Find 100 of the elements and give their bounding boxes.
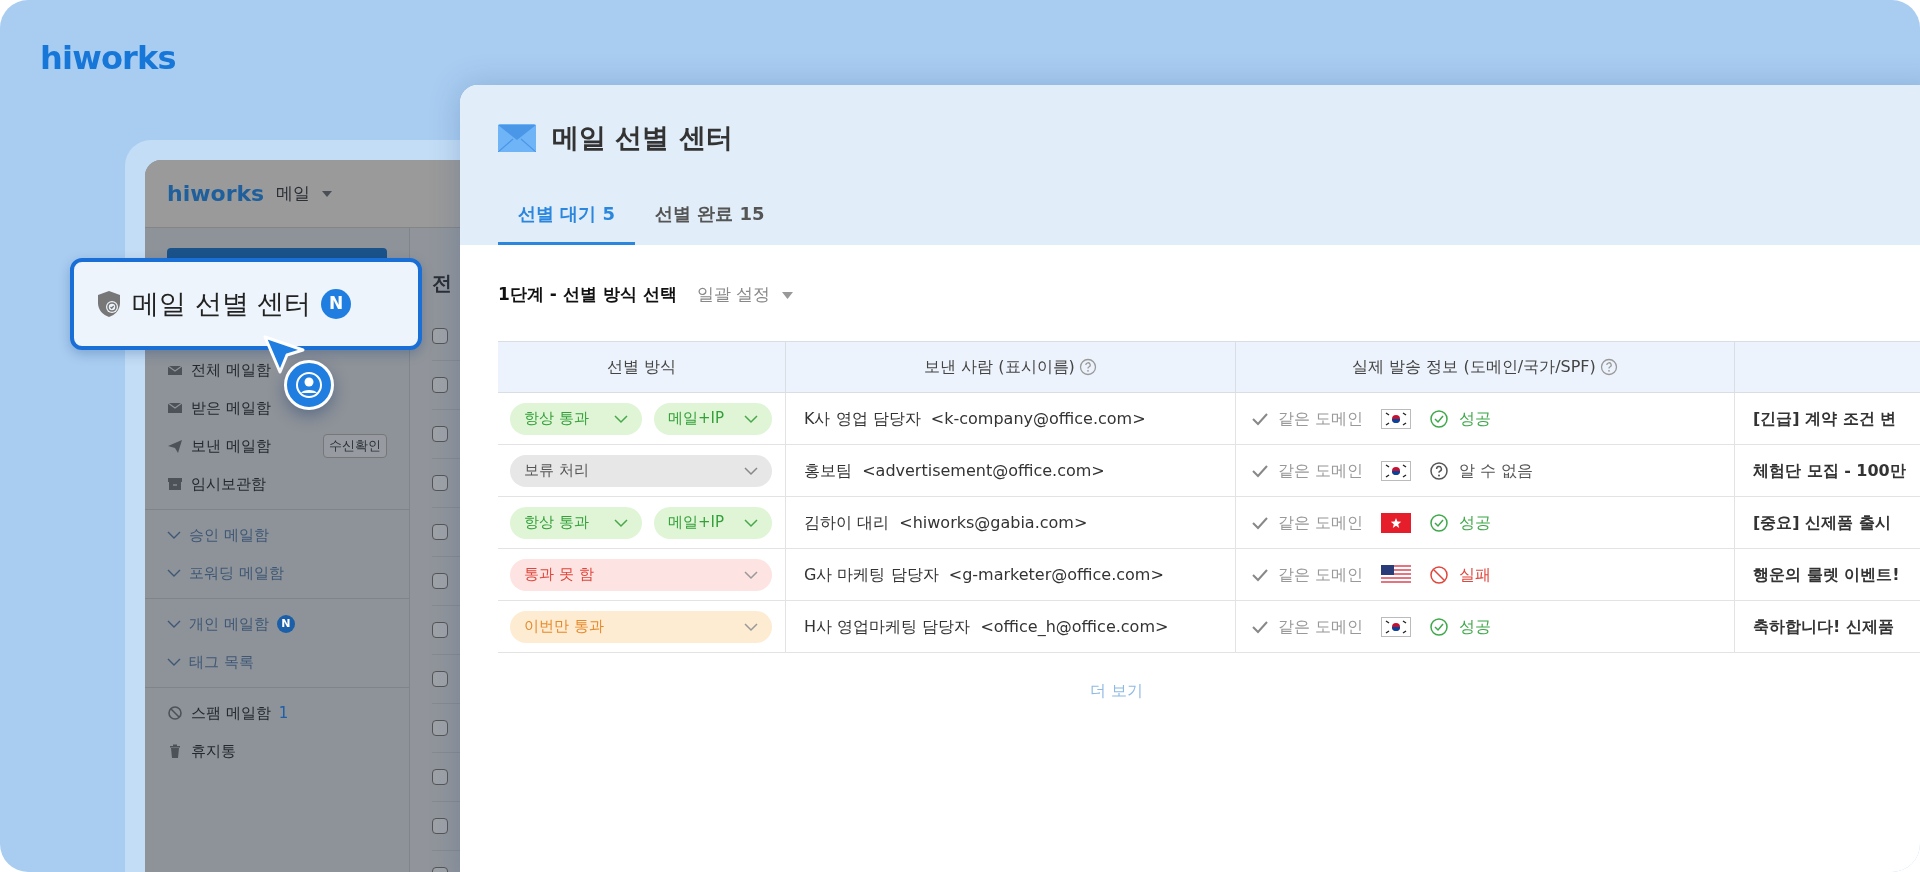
sidebar-label: 개인 메일함	[189, 613, 269, 635]
spf-status: 성공	[1459, 511, 1492, 534]
domain-check: 같은 도메인	[1278, 563, 1364, 586]
more-button[interactable]: 더 보기	[1089, 679, 1144, 703]
checkbox[interactable]	[432, 328, 448, 344]
checkbox[interactable]	[432, 524, 448, 540]
chevron-down-icon	[744, 413, 758, 424]
checkbox[interactable]	[432, 818, 448, 834]
method-dropdown[interactable]: 항상 통과	[510, 402, 642, 435]
brand-logo: hiworks	[40, 38, 176, 79]
tab[interactable]: 선별 완료 15	[635, 185, 785, 245]
sidebar-label: 전체 메일함	[191, 359, 271, 381]
sidebar-label: 승인 메일함	[189, 524, 269, 546]
check-icon	[1252, 463, 1268, 478]
scope-dropdown[interactable]: 메일+IP	[654, 402, 772, 435]
checkbox[interactable]	[432, 769, 448, 785]
sidebar-item[interactable]: 보낸 메일함 수신확인	[145, 427, 409, 465]
sidebar-item[interactable]: 승인 메일함	[145, 516, 409, 554]
sidebar-item[interactable]: 포워딩 메일함	[145, 554, 409, 592]
sender-cell: 김하이 대리 <hiworks@gabia.com>	[786, 497, 1236, 548]
sidebar-item[interactable]: 개인 메일함 N	[145, 605, 409, 643]
sidebar-label: 포워딩 메일함	[189, 562, 284, 584]
sidebar-label: 보낸 메일함	[191, 435, 271, 457]
step-title: 1단계 - 선별 방식 선택	[498, 283, 677, 307]
spf-status: 실패	[1459, 563, 1492, 586]
check-icon	[1252, 567, 1268, 582]
checkbox[interactable]	[432, 720, 448, 736]
sidebar-item[interactable]: 스팸 메일함 1	[145, 694, 409, 732]
subject-cell-text: [중요] 신제품 출시	[1752, 511, 1892, 534]
chevron-down-icon	[744, 465, 758, 476]
person-icon	[295, 371, 323, 399]
check-icon	[1252, 411, 1268, 426]
unread-count: 1	[278, 702, 289, 724]
domain-check: 같은 도메인	[1278, 511, 1364, 534]
chevron-down-icon	[744, 621, 758, 632]
caret-icon	[781, 291, 793, 299]
read-receipt-tag[interactable]: 수신확인	[323, 434, 387, 458]
column-label: 보낸 사람 (표시이름)	[924, 356, 1075, 378]
sidebar-label: 받은 메일함	[191, 397, 271, 419]
sidebar-item[interactable]: 휴지통	[145, 732, 409, 770]
sidebar-label: 임시보관함	[191, 473, 266, 495]
sidebar-label: 휴지통	[191, 740, 236, 762]
panel-title: 메일 선별 센터	[552, 120, 733, 155]
envelope-icon	[167, 400, 183, 416]
method-dropdown[interactable]: 통과 못 함	[510, 558, 772, 591]
chevron-down-icon	[167, 657, 181, 667]
column-label: 선별 방식	[606, 356, 677, 378]
check-icon	[1252, 515, 1268, 530]
sidebar-item[interactable]: 임시보관함	[145, 465, 409, 503]
new-badge: N	[276, 615, 295, 633]
shield-icon	[96, 290, 122, 318]
chevron-down-icon	[167, 619, 181, 629]
domain-check: 같은 도메인	[1278, 615, 1364, 638]
tab[interactable]: 선별 대기 5	[498, 185, 636, 245]
trash-icon	[167, 743, 183, 759]
sidebar-item[interactable]: 전체 메일함	[145, 351, 409, 389]
new-badge: N	[321, 289, 352, 319]
checkbox[interactable]	[432, 377, 448, 393]
method-dropdown[interactable]: 항상 통과	[510, 506, 642, 539]
checkbox[interactable]	[432, 622, 448, 638]
spf-status: 알 수 없음	[1459, 459, 1534, 482]
method-dropdown[interactable]: 이번만 통과	[510, 610, 772, 643]
subject-cell-text: 축하합니다! 신제품	[1752, 615, 1895, 638]
sidebar-item[interactable]: 태그 목록	[145, 643, 409, 681]
subject-cell-text: [긴급] 계약 조건 변	[1752, 407, 1898, 430]
archive-icon	[167, 476, 183, 492]
chevron-down-icon	[744, 569, 758, 580]
bulk-setting-dropdown[interactable]: 일괄 설정	[696, 282, 793, 308]
column-label: 실제 발송 정보 (도메인/국가/SPF)	[1352, 356, 1596, 378]
chevron-down-icon	[167, 568, 181, 578]
checkbox[interactable]	[432, 475, 448, 491]
caret-icon	[322, 190, 333, 197]
sender-cell: G사 마케팅 담당자 <g-marketer@office.com>	[786, 549, 1236, 600]
checkbox[interactable]	[432, 671, 448, 687]
sidebar-label: 태그 목록	[189, 651, 254, 673]
sender-cell: 홍보팀 <advertisement@office.com>	[786, 445, 1236, 496]
callout-label: 메일 선별 센터	[132, 286, 312, 321]
checkbox[interactable]	[432, 573, 448, 589]
chevron-down-icon	[744, 517, 758, 528]
app-menu[interactable]: 메일	[276, 180, 311, 207]
content-title: 전	[432, 270, 452, 297]
sender-cell: H사 영업마케팅 담당자 <office_h@office.com>	[786, 601, 1236, 652]
prohibited-icon	[167, 705, 183, 721]
sidebar-item[interactable]: 받은 메일함	[145, 389, 409, 427]
sender-cell: K사 영업 담당자 <k-company@office.com>	[786, 393, 1236, 444]
app-logo: hiworks	[167, 180, 265, 208]
subject-cell-text: 체험단 모집 - 100만	[1752, 459, 1907, 482]
sidebar-label: 스팸 메일함	[191, 702, 271, 724]
scope-dropdown[interactable]: 메일+IP	[654, 506, 772, 539]
method-dropdown[interactable]: 보류 처리	[510, 454, 772, 487]
chevron-down-icon	[614, 413, 628, 424]
chevron-down-icon	[614, 517, 628, 528]
domain-check: 같은 도메인	[1278, 459, 1364, 482]
envelope-icon	[498, 124, 536, 152]
subject-cell-text: 행운의 룰렛 이벤트!	[1752, 563, 1901, 586]
checkbox[interactable]	[432, 426, 448, 442]
paper-plane-icon	[167, 438, 183, 454]
chevron-down-icon	[167, 530, 181, 540]
domain-check: 같은 도메인	[1278, 407, 1364, 430]
spf-status: 성공	[1459, 615, 1492, 638]
